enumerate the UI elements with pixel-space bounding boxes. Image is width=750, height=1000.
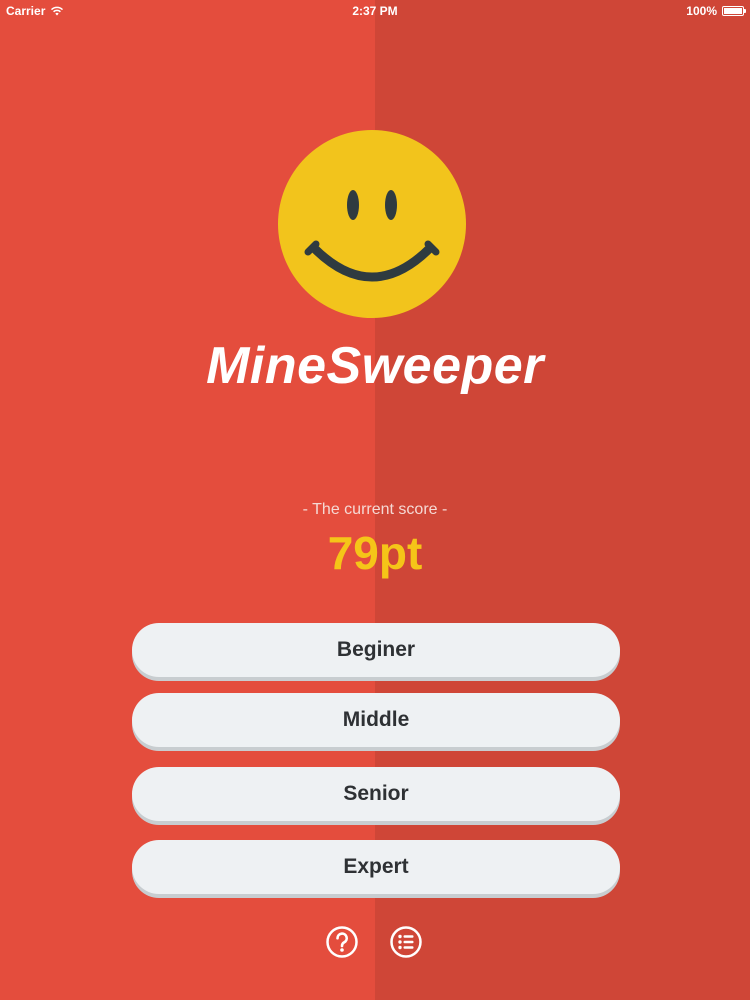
beginner-button[interactable]: Beginer — [132, 623, 620, 677]
score-value: 79pt — [327, 527, 423, 579]
senior-button[interactable]: Senior — [132, 767, 620, 821]
score-label: - The current score - — [302, 501, 448, 518]
battery-icon — [722, 6, 746, 16]
expert-button[interactable]: Expert — [132, 840, 620, 894]
status-right: 100% — [686, 4, 746, 18]
clock: 2:37 PM — [352, 4, 398, 18]
app-title: MineSweeper — [206, 337, 544, 395]
battery-percentage: 100% — [686, 4, 717, 18]
list-icon[interactable] — [389, 925, 423, 959]
status-bar: Carrier 2:37 PM 100% — [0, 0, 750, 22]
smiley-face-icon — [278, 130, 466, 318]
help-icon[interactable] — [325, 925, 359, 959]
middle-button[interactable]: Middle — [132, 693, 620, 747]
